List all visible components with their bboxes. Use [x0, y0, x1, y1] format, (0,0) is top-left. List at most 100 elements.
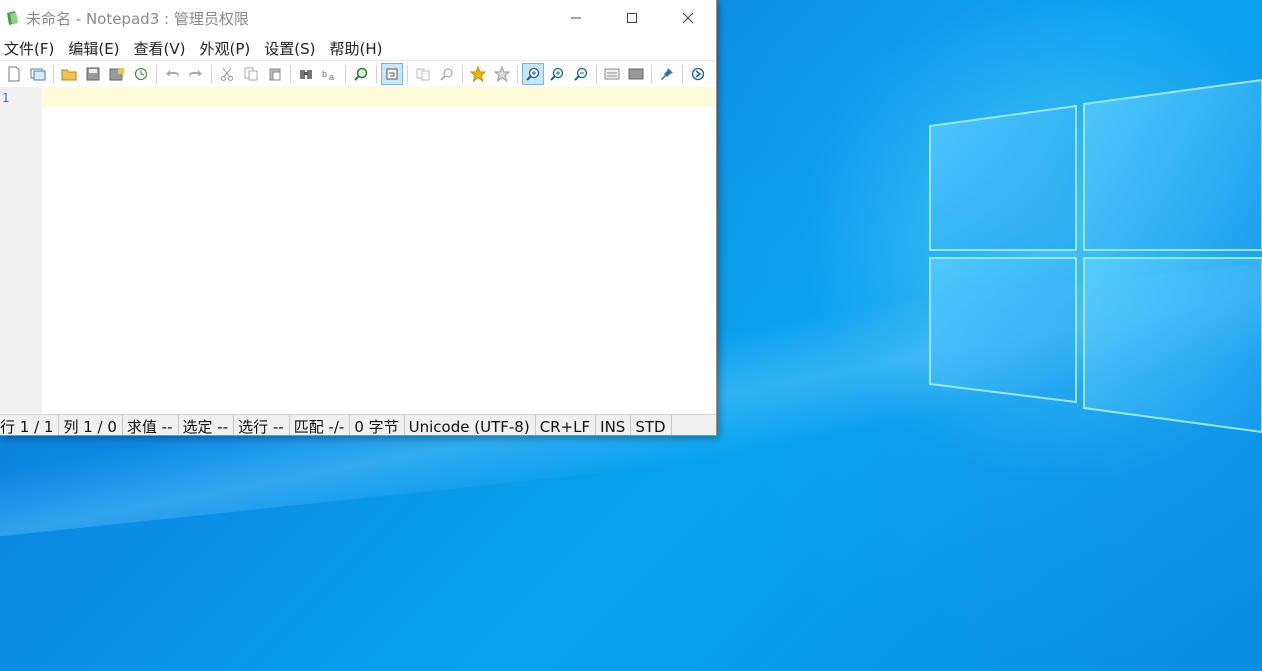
screen-icon — [628, 68, 644, 80]
menu-appearance[interactable]: 外观(P) — [200, 38, 251, 59]
paste-icon — [269, 68, 281, 81]
status-bytes[interactable]: 0 字节 — [354, 415, 405, 435]
toolbar-separator — [517, 65, 518, 83]
toolbar-separator — [53, 65, 54, 83]
favorites-button[interactable] — [467, 63, 489, 85]
paste-button[interactable] — [264, 63, 286, 85]
find-next-button[interactable] — [350, 63, 372, 85]
redo-button[interactable] — [185, 63, 207, 85]
block-copy-icon — [416, 68, 430, 81]
open-folder-icon — [61, 69, 77, 81]
notepad3-window: 未命名 - Notepad3 : 管理员权限 文件(F) 编辑(E) 查看(V)… — [0, 0, 717, 436]
search-document-icon — [440, 68, 453, 81]
maximize-button[interactable] — [604, 0, 660, 36]
line-number-gutter: 1 — [0, 87, 42, 413]
view-whitespace-button[interactable] — [601, 63, 623, 85]
new-window-icon — [30, 68, 46, 81]
undo-icon — [166, 70, 179, 77]
add-favorite-button[interactable] — [491, 63, 513, 85]
menu-view[interactable]: 查看(V) — [134, 38, 186, 59]
status-line[interactable]: 行 1 / 1 — [0, 415, 60, 435]
toolbar-separator — [345, 65, 346, 83]
title-bar[interactable]: 未命名 - Notepad3 : 管理员权限 — [0, 0, 716, 36]
current-line-highlight[interactable] — [42, 87, 716, 107]
close-button[interactable] — [660, 0, 716, 36]
close-icon — [682, 12, 694, 24]
menu-help[interactable]: 帮助(H) — [329, 38, 382, 59]
star-outline-icon — [494, 66, 510, 82]
toolbar-separator — [462, 65, 463, 83]
menu-file[interactable]: 文件(F) — [4, 38, 54, 59]
redo-icon — [189, 70, 202, 77]
replace-button[interactable]: ba — [319, 63, 341, 85]
zoom-in-button[interactable] — [546, 63, 568, 85]
zoom-find-button[interactable] — [436, 63, 458, 85]
status-encoding[interactable]: Unicode (UTF-8) — [409, 415, 536, 435]
windows-logo — [929, 78, 1262, 434]
new-file-button[interactable] — [3, 63, 25, 85]
star-icon — [470, 66, 486, 82]
exit-button[interactable] — [687, 63, 709, 85]
text-area[interactable] — [42, 107, 716, 413]
open-folder-button[interactable] — [58, 63, 80, 85]
pin-icon — [661, 68, 673, 80]
status-eol[interactable]: CR+LF — [540, 415, 597, 435]
status-match[interactable]: 匹配 -/- — [294, 415, 351, 435]
minimize-icon — [571, 17, 581, 19]
magnifier-icon — [354, 67, 368, 81]
status-ins[interactable]: INS — [600, 415, 632, 435]
zoom-out-button[interactable] — [570, 63, 592, 85]
find-button[interactable] — [295, 63, 317, 85]
new-file-icon — [8, 66, 20, 82]
menu-settings[interactable]: 设置(S) — [264, 38, 315, 59]
toolbar-separator — [682, 65, 683, 83]
keyboard-icon — [604, 68, 620, 80]
cut-icon — [221, 67, 233, 81]
status-bar: 行 1 / 1 列 1 / 0 求值 -- 选定 -- 选行 -- 匹配 -/-… — [0, 414, 716, 435]
copy-button[interactable] — [240, 63, 262, 85]
revert-icon — [135, 68, 147, 80]
toolbar-separator — [156, 65, 157, 83]
screen-button[interactable] — [625, 63, 647, 85]
minimize-button[interactable] — [548, 0, 604, 36]
line-number: 1 — [2, 91, 10, 105]
status-selected-lines[interactable]: 选行 -- — [238, 415, 290, 435]
save-as-icon — [109, 68, 124, 81]
toolbar-separator — [211, 65, 212, 83]
svg-text:b: b — [322, 69, 327, 79]
save-as-button[interactable] — [106, 63, 128, 85]
status-column[interactable]: 列 1 / 0 — [63, 415, 123, 435]
editor-area[interactable]: 1 — [0, 87, 716, 413]
open-window-button[interactable] — [27, 63, 49, 85]
pin-button[interactable] — [656, 63, 678, 85]
toolbar-separator — [407, 65, 408, 83]
status-selection[interactable]: 选定 -- — [183, 415, 235, 435]
svg-text:a: a — [329, 72, 334, 81]
toolbar-separator — [376, 65, 377, 83]
word-wrap-toggle[interactable] — [381, 63, 403, 85]
zoom-in-icon — [550, 67, 564, 81]
block-copy-button[interactable] — [412, 63, 434, 85]
word-wrap-icon — [386, 68, 398, 80]
status-lexer[interactable]: STD — [635, 415, 672, 435]
binoculars-icon — [300, 70, 312, 79]
undo-button[interactable] — [161, 63, 183, 85]
replace-icon: ba — [322, 69, 334, 81]
copy-icon — [244, 67, 258, 81]
menu-edit[interactable]: 编辑(E) — [68, 38, 119, 59]
cut-button[interactable] — [216, 63, 238, 85]
notepad3-app-icon[interactable] — [4, 9, 22, 27]
menu-bar: 文件(F) 编辑(E) 查看(V) 外观(P) 设置(S) 帮助(H) — [0, 36, 716, 60]
maximize-icon — [627, 13, 637, 23]
revert-button[interactable] — [130, 63, 152, 85]
zoom-icon — [526, 67, 540, 81]
toolbar: ba — [0, 60, 716, 88]
zoom-out-icon — [574, 67, 588, 81]
toolbar-separator — [290, 65, 291, 83]
toolbar-separator — [651, 65, 652, 83]
status-eval[interactable]: 求值 -- — [127, 415, 179, 435]
toolbar-separator — [596, 65, 597, 83]
save-icon — [86, 67, 100, 81]
save-button[interactable] — [82, 63, 104, 85]
zoom-button[interactable] — [522, 63, 544, 85]
